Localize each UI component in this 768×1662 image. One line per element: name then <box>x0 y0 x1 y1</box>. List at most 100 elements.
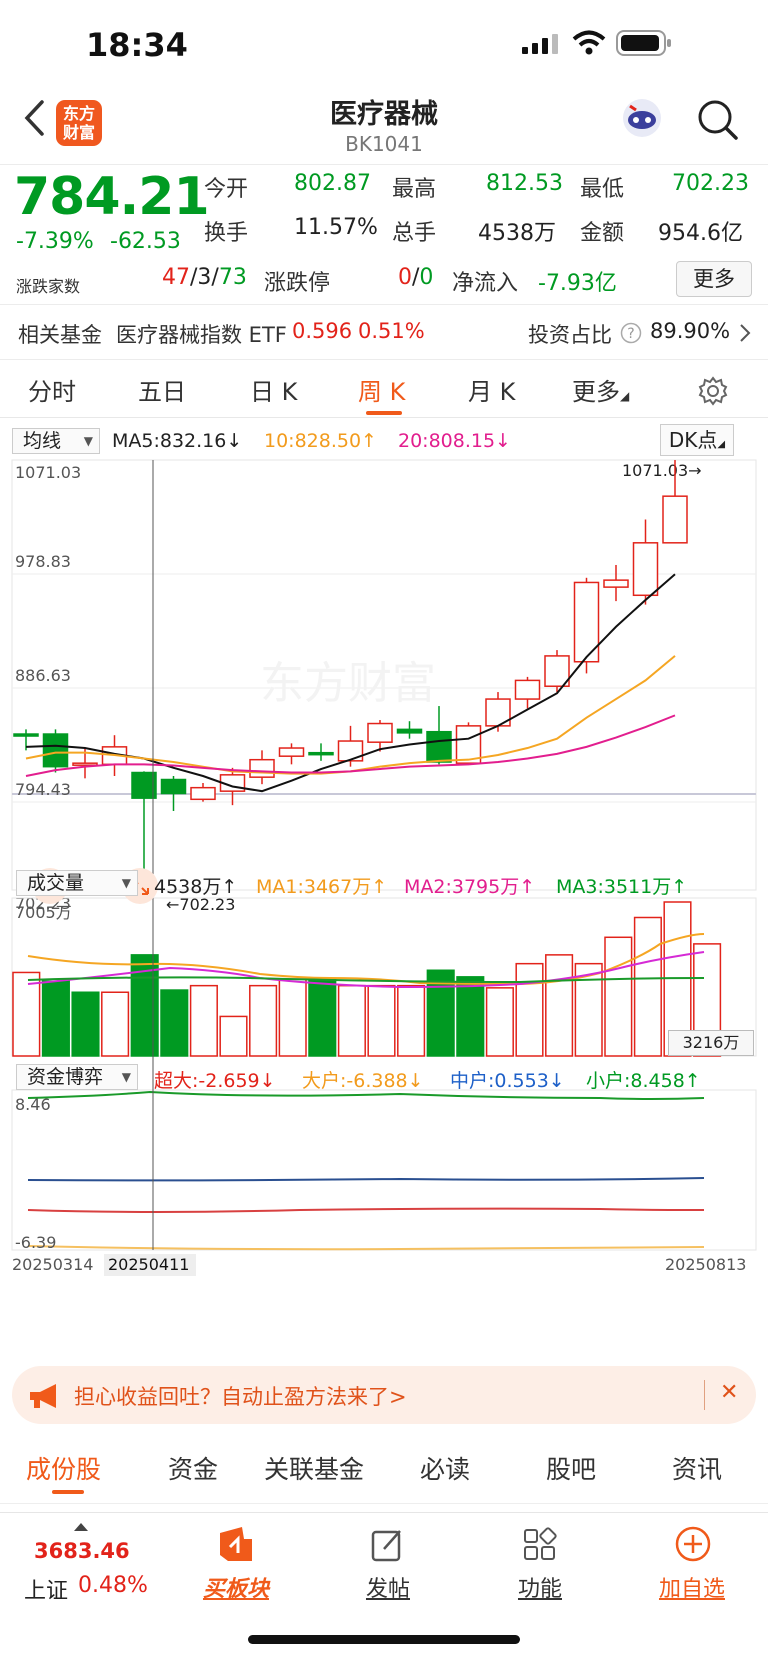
tab-daily-k[interactable]: 日 K <box>250 372 297 407</box>
settings-gear-icon[interactable] <box>698 376 728 406</box>
volume-bar <box>12 971 41 1057</box>
active-tab-indicator <box>366 411 402 415</box>
candle <box>42 733 69 768</box>
index-value: 3683.46 <box>34 1539 130 1563</box>
fund-name: 医疗器械指数 ETF <box>116 323 287 347</box>
limit-down-count: 0 <box>419 265 434 290</box>
candle <box>662 495 688 544</box>
kline-chart-area[interactable]: 均线 ▼ MA5:832.16↓ 10:828.50↑ 20:808.15↓ DK… <box>0 418 768 1352</box>
volume-bar <box>249 984 278 1057</box>
tab-monthly-k[interactable]: 月 K <box>468 372 515 407</box>
more-quote-button[interactable]: 更多 <box>676 261 752 297</box>
tab-news[interactable]: 资讯 <box>672 1450 722 1486</box>
high-value: 812.53 <box>486 171 563 196</box>
candle <box>249 758 275 778</box>
volume-bar <box>456 976 485 1057</box>
updown-count: 47/3/73 <box>162 265 247 290</box>
low-label: 最低 <box>580 177 625 202</box>
candle <box>13 733 39 737</box>
index-ticker[interactable]: 3683.46 上证 0.48% <box>20 1515 148 1645</box>
down-count: 73 <box>218 265 247 290</box>
buy-sector-button[interactable]: 买板块 <box>186 1571 286 1603</box>
dropdown-arrow-icon: ▼ <box>121 876 131 890</box>
amount-value: 954.6亿 <box>658 221 743 246</box>
section-tab-indicator <box>52 1490 84 1494</box>
date-cursor: 20250411 <box>108 1255 189 1274</box>
tab-more-label: 更多 <box>572 378 620 406</box>
buy-sector-icon <box>220 1527 252 1561</box>
volume-ma3-legend: MA3:3511万↑ <box>556 876 688 898</box>
amount-label: 金额 <box>580 221 625 246</box>
post-button[interactable]: 发帖 <box>338 1571 438 1603</box>
robot-assistant-icon[interactable] <box>620 96 664 140</box>
mid-investor-line <box>27 1177 705 1182</box>
chevron-right-icon <box>740 324 751 342</box>
date-start: 20250314 <box>12 1255 93 1274</box>
volume-bar <box>160 989 189 1057</box>
max-price-marker: 1071.03→ <box>622 461 702 480</box>
candle <box>632 542 659 597</box>
fund-price: 0.596 <box>292 319 353 343</box>
candle <box>308 751 334 756</box>
flat-count: 3 <box>197 265 212 290</box>
volume-bar <box>101 991 130 1057</box>
functions-button[interactable]: 功能 <box>490 1571 590 1603</box>
volume-ma2-legend: MA2:3795万↑ <box>404 876 536 898</box>
netflow-label: 净流入 <box>452 271 519 296</box>
volume-bar <box>337 984 366 1057</box>
megaphone-icon <box>30 1384 56 1408</box>
flow-axis-max: 8.46 <box>15 1095 51 1114</box>
volume-bar <box>41 980 70 1057</box>
tab-intraday[interactable]: 分时 <box>28 372 76 407</box>
flow-selector-label: 资金博弈 <box>27 1066 104 1088</box>
candle <box>131 771 157 799</box>
volume-axis-max: 7005万 <box>15 903 72 922</box>
banner-text: 担心收益回吐？自动止盈方法来了> <box>74 1385 407 1409</box>
status-bar: 18:34 <box>0 0 768 86</box>
promo-banner[interactable]: 担心收益回吐？自动止盈方法来了> ✕ <box>12 1366 756 1424</box>
big-investor-line <box>27 1245 705 1251</box>
limit-up-count: 0 <box>398 265 412 290</box>
watermark: 东方财富 <box>260 658 436 709</box>
index-name: 上证 <box>24 1579 69 1604</box>
open-label: 今开 <box>204 177 249 202</box>
tab-related-funds[interactable]: 关联基金 <box>264 1450 364 1486</box>
tab-more[interactable]: 更多◢ <box>572 372 629 407</box>
tab-must-read[interactable]: 必读 <box>420 1450 470 1486</box>
related-fund-label: 相关基金 <box>18 323 102 347</box>
turnover-label: 换手 <box>204 221 249 246</box>
candle <box>160 778 187 795</box>
volume-selector-label: 成交量 <box>27 872 85 894</box>
candle <box>278 747 305 757</box>
candle <box>72 762 98 766</box>
tab-forum[interactable]: 股吧 <box>546 1450 596 1486</box>
candle <box>190 786 216 801</box>
quote-panel: 784.21 -7.39% -62.53 涨跌家数 47/3/73 今开 802… <box>0 164 768 304</box>
small-investor-legend: 小户:8.458↑ <box>586 1070 701 1092</box>
tab-funds-flow[interactable]: 资金 <box>168 1450 218 1486</box>
up-count: 47 <box>162 265 190 290</box>
mid-investor-legend: 中户:0.553↓ <box>450 1070 565 1092</box>
help-icon[interactable]: ? <box>620 322 642 344</box>
cellular-signal-icon <box>522 34 558 54</box>
change-value: -62.53 <box>110 229 181 254</box>
tab-five-day[interactable]: 五日 <box>138 372 186 407</box>
add-watchlist-icon <box>675 1526 711 1562</box>
current-price: 784.21 <box>14 167 210 227</box>
flow-panel-frame <box>11 1089 757 1251</box>
low-value: 702.23 <box>672 171 749 196</box>
search-icon[interactable] <box>696 98 740 142</box>
tab-constituents[interactable]: 成份股 <box>26 1450 101 1486</box>
add-watchlist-button[interactable]: 加自选 <box>642 1571 742 1603</box>
related-fund-row[interactable]: 相关基金 医疗器械指数 ETF 0.596 0.51% 投资占比 ? 89.90… <box>0 304 768 360</box>
banner-close-icon[interactable]: ✕ <box>720 1380 738 1405</box>
flow-selector[interactable]: 资金博弈 ▼ <box>16 1064 138 1090</box>
updown-count-label: 涨跌家数 <box>16 277 81 296</box>
volume-selector[interactable]: 成交量 ▼ <box>16 870 138 896</box>
volume-bar <box>189 984 218 1057</box>
investment-ratio-value: 89.90% <box>650 319 731 343</box>
tab-weekly-k[interactable]: 周 K <box>358 372 405 407</box>
open-value: 802.87 <box>294 171 371 196</box>
svg-text:?: ? <box>627 326 634 342</box>
fund-percent: 0.51% <box>358 319 425 343</box>
